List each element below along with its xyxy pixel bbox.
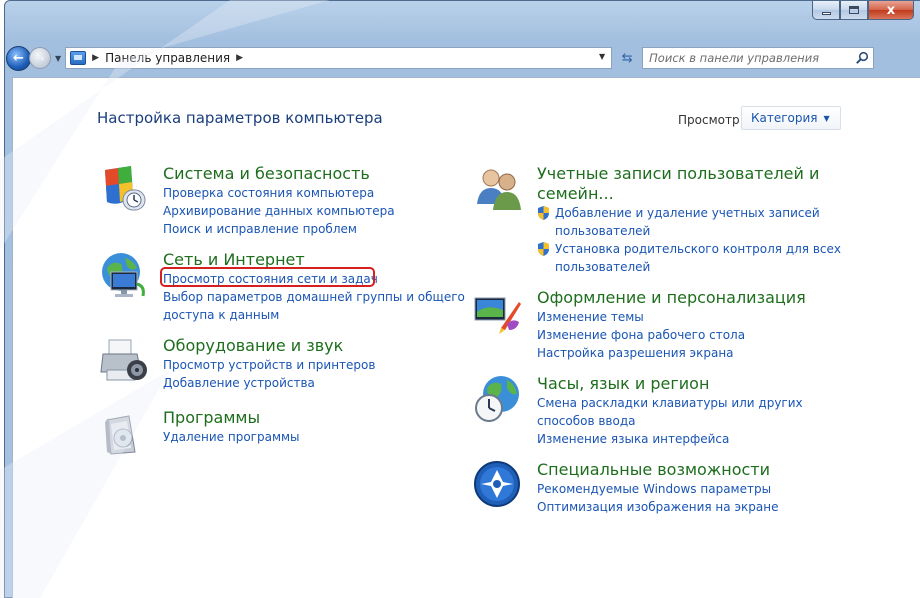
- search-placeholder: Поиск в панели управления: [649, 51, 820, 65]
- accessibility-icon: [474, 461, 520, 507]
- link-change-background[interactable]: Изменение фона рабочего стола: [537, 326, 806, 344]
- category-title[interactable]: Программы: [163, 408, 300, 428]
- red-highlight-annotation: [160, 267, 375, 287]
- breadcrumb-separator-icon[interactable]: ▶: [92, 53, 99, 63]
- link-screen-resolution[interactable]: Настройка разрешения экрана: [537, 344, 806, 362]
- link-keyboard-layout-cont[interactable]: способов ввода: [537, 412, 803, 430]
- back-button[interactable]: ←: [6, 45, 31, 71]
- caption-buttons: x: [812, 1, 914, 20]
- view-label: Просмотр:: [678, 113, 744, 127]
- link-backup[interactable]: Архивирование данных компьютера: [163, 202, 395, 220]
- close-icon: x: [886, 2, 896, 18]
- category-title[interactable]: Часы, язык и регион: [537, 374, 803, 394]
- category-title[interactable]: Система и безопасность: [163, 164, 395, 184]
- link-add-remove-accounts-cont[interactable]: пользователей: [537, 222, 841, 240]
- link-change-theme[interactable]: Изменение темы: [537, 308, 806, 326]
- category-title[interactable]: Оборудование и звук: [163, 336, 375, 356]
- uac-shield-icon: [538, 206, 549, 220]
- view-by-value: Категория: [751, 111, 818, 125]
- breadcrumb-control-panel[interactable]: Панель управления: [105, 51, 230, 65]
- link-label: Добавление и удаление учетных записей: [555, 206, 820, 220]
- search-input[interactable]: Поиск в панели управления: [642, 47, 875, 69]
- forward-button[interactable]: →: [29, 47, 51, 69]
- printer-icon: [100, 339, 147, 381]
- search-icon[interactable]: [855, 51, 869, 65]
- link-uninstall[interactable]: Удаление программы: [163, 428, 300, 446]
- refresh-icon: ⇆: [621, 50, 633, 66]
- link-label: Установка родительского контроля для все…: [555, 242, 841, 256]
- link-display-language[interactable]: Изменение языка интерфейса: [537, 430, 803, 448]
- forward-arrow-icon: →: [35, 51, 45, 65]
- chevron-down-icon: ▼: [823, 113, 830, 123]
- link-add-remove-accounts[interactable]: Добавление и удаление учетных записей: [537, 204, 841, 222]
- network-icon: [102, 253, 145, 297]
- category-title[interactable]: Оформление и персонализация: [537, 288, 806, 308]
- navigation-bar: ← → ▼ ▶ Панель управления ▶ ▼ ⇆ Поиск в …: [6, 45, 920, 71]
- link-homegroup[interactable]: Выбор параметров домашней группы и общег…: [163, 288, 465, 306]
- minimize-button[interactable]: [812, 1, 840, 20]
- link-homegroup-cont[interactable]: доступа к данным: [163, 306, 465, 324]
- address-bar[interactable]: ▶ Панель управления ▶ ▼: [65, 47, 613, 69]
- shield-icon: [105, 166, 146, 211]
- link-devices-printers[interactable]: Просмотр устройств и принтеров: [163, 356, 375, 374]
- users-icon: [477, 169, 521, 210]
- link-check-status[interactable]: Проверка состояния компьютера: [163, 184, 395, 202]
- breadcrumb-separator-icon[interactable]: ▶: [236, 53, 243, 63]
- link-recommended-settings[interactable]: Рекомендуемые Windows параметры: [537, 480, 778, 498]
- programs-icon: [105, 415, 136, 455]
- personalization-icon: [474, 297, 521, 334]
- close-button[interactable]: x: [868, 1, 914, 20]
- link-parental-controls[interactable]: Установка родительского контроля для все…: [537, 240, 841, 258]
- refresh-button[interactable]: ⇆: [616, 47, 638, 69]
- content-pane: Настройка параметров компьютера Просмотр…: [12, 77, 920, 598]
- view-by-dropdown[interactable]: Категория ▼: [741, 106, 841, 130]
- control-panel-icon: [70, 51, 87, 65]
- uac-shield-icon: [538, 242, 549, 256]
- category-title-cont[interactable]: семейн...: [537, 184, 841, 204]
- link-keyboard-layout[interactable]: Смена раскладки клавиатуры или других: [537, 394, 803, 412]
- link-optimize-display[interactable]: Оптимизация изображения на экране: [537, 498, 778, 516]
- back-arrow-icon: ←: [13, 50, 24, 66]
- link-parental-controls-cont[interactable]: пользователей: [537, 258, 841, 276]
- link-troubleshoot[interactable]: Поиск и исправление проблем: [163, 220, 395, 238]
- clock-globe-icon: [475, 376, 519, 422]
- page-title: Настройка параметров компьютера: [97, 109, 383, 127]
- link-add-device[interactable]: Добавление устройства: [163, 374, 375, 392]
- category-title[interactable]: Учетные записи пользователей и: [537, 164, 841, 184]
- maximize-icon: [849, 6, 859, 14]
- category-title[interactable]: Специальные возможности: [537, 460, 778, 480]
- address-history-dropdown-icon[interactable]: ▼: [599, 52, 605, 61]
- maximize-button[interactable]: [840, 1, 868, 20]
- recent-pages-dropdown[interactable]: ▼: [55, 54, 61, 63]
- minimize-icon: [821, 11, 831, 15]
